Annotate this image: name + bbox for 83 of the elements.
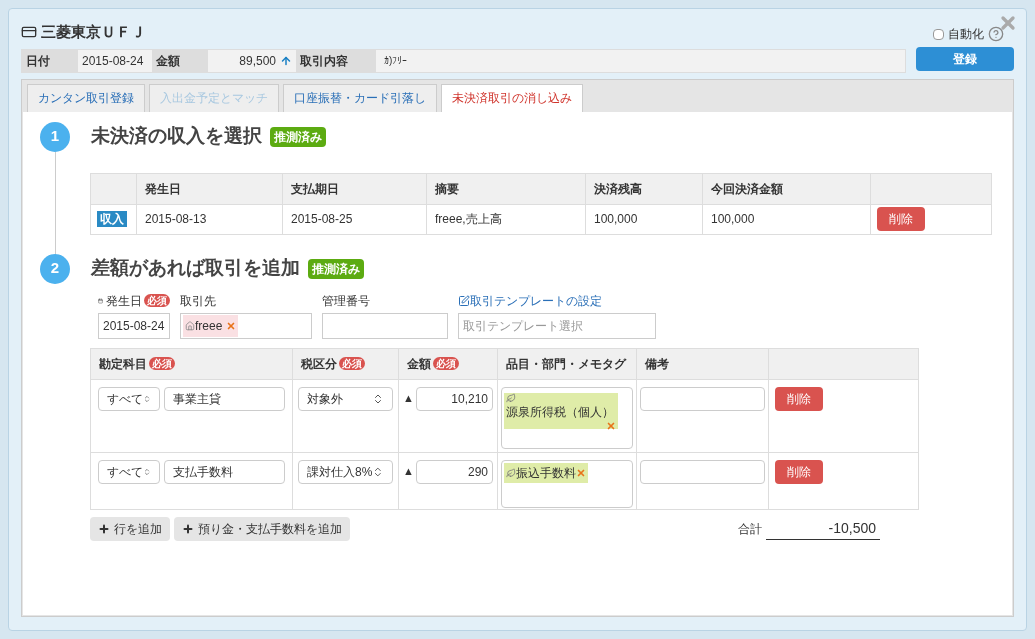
- field-label: 取引先: [180, 292, 216, 310]
- add-fee-button[interactable]: 預り金・支払手数料を追加: [174, 516, 350, 541]
- template-settings-link[interactable]: 取引テンプレートの設定: [470, 291, 602, 310]
- step-number: 1: [40, 121, 70, 152]
- column-header: 摘要: [426, 173, 586, 204]
- note-field[interactable]: [640, 459, 765, 484]
- tag-field[interactable]: 源泉所得税（個人）: [501, 386, 633, 449]
- column-header: 税区分: [301, 355, 337, 373]
- required-badge: 必須: [339, 357, 365, 370]
- delete-button[interactable]: 削除: [877, 207, 925, 231]
- account-field[interactable]: 支払手数料: [164, 459, 285, 484]
- step-title: 未決済の収入を選択: [91, 124, 262, 149]
- help-icon[interactable]: [988, 26, 1004, 42]
- step-title: 差額があれば取引を追加: [91, 256, 300, 281]
- type-badge: 収入: [97, 211, 127, 227]
- note-field[interactable]: [640, 386, 765, 411]
- management-number-field[interactable]: [322, 312, 448, 339]
- required-badge: 必須: [433, 357, 459, 370]
- total-label: 合計: [738, 520, 762, 538]
- column-header: 品目・部門・メモタグ: [506, 355, 626, 373]
- status-badge: 推測済み: [270, 126, 326, 147]
- filter-select[interactable]: すべて: [98, 459, 160, 484]
- negative-sign: ▲: [403, 464, 414, 480]
- tab[interactable]: カンタン取引登録: [27, 83, 145, 112]
- table-cell: freee,売上高: [426, 204, 586, 234]
- total-value: -10,500: [766, 517, 880, 540]
- income-arrow-icon: [280, 54, 292, 67]
- leaf-icon: [506, 392, 516, 403]
- partner-field[interactable]: freee: [180, 312, 312, 339]
- amount-value: 89,500: [238, 52, 277, 70]
- column-header: 決済残高: [585, 173, 703, 204]
- add-row-button[interactable]: 行を追加: [90, 516, 170, 541]
- amount-field[interactable]: 10,210: [415, 386, 493, 411]
- tax-select[interactable]: 対象外: [298, 386, 393, 411]
- filter-select[interactable]: すべて: [98, 386, 160, 411]
- table-cell: 100,000: [702, 204, 871, 234]
- amount-field[interactable]: 290: [415, 459, 493, 484]
- column-header: 支払期日: [282, 173, 427, 204]
- edit-icon: [458, 294, 470, 307]
- tag-label: 源泉所得税（個人）: [506, 403, 614, 421]
- column-header: 今回決済金額: [702, 173, 871, 204]
- auto-label: 自動化: [948, 26, 984, 43]
- tax-select[interactable]: 課対仕入8%: [298, 459, 393, 484]
- account-field[interactable]: 事業主貸: [164, 386, 285, 411]
- tag-field[interactable]: 振込手数料: [501, 459, 633, 508]
- status-badge: 推測済み: [308, 258, 364, 279]
- delete-button[interactable]: 削除: [775, 459, 823, 484]
- register-button[interactable]: 登録: [916, 47, 1014, 71]
- field-label: 日付: [22, 49, 78, 72]
- template-field[interactable]: 取引テンプレート選択: [458, 312, 656, 339]
- leaf-icon: [506, 467, 516, 478]
- tab[interactable]: 口座振替・カード引落し: [283, 83, 437, 112]
- delete-button[interactable]: 削除: [775, 386, 823, 411]
- tag-label: freee: [195, 317, 223, 335]
- remove-icon[interactable]: [576, 467, 586, 478]
- home-icon: [185, 320, 195, 331]
- table-cell: 2015-08-13: [136, 204, 283, 234]
- required-badge: 必須: [149, 357, 175, 370]
- negative-sign: ▲: [403, 391, 414, 407]
- field-label: 管理番号: [322, 292, 370, 310]
- step-number: 2: [40, 253, 70, 284]
- field-label: 発生日: [106, 292, 142, 310]
- column-header: 発生日: [136, 173, 283, 204]
- tab[interactable]: 未決済取引の消し込み: [441, 83, 583, 112]
- description-value: ｶ)ﾌﾘｰ: [383, 54, 409, 68]
- remove-icon[interactable]: [226, 320, 237, 331]
- table-cell: 100,000: [585, 204, 703, 234]
- remove-icon[interactable]: [606, 420, 616, 431]
- column-header: 備考: [645, 355, 669, 373]
- date-field[interactable]: 2015-08-24: [98, 312, 170, 339]
- field-label: 取引内容: [296, 49, 376, 72]
- column-header: 金額: [407, 355, 431, 373]
- tag-label: 振込手数料: [516, 464, 576, 482]
- date-value: 2015-08-24: [81, 52, 145, 70]
- table-cell: 2015-08-25: [282, 204, 427, 234]
- account-title: 三菱東京ＵＦＪ: [41, 22, 146, 42]
- auto-checkbox[interactable]: [933, 28, 944, 40]
- field-label: 金額: [152, 49, 208, 72]
- plus-icon: [182, 522, 194, 535]
- required-badge: 必須: [144, 294, 170, 307]
- column-header: 勘定科目: [99, 355, 147, 373]
- plus-icon: [98, 522, 110, 535]
- close-icon[interactable]: [998, 13, 1018, 33]
